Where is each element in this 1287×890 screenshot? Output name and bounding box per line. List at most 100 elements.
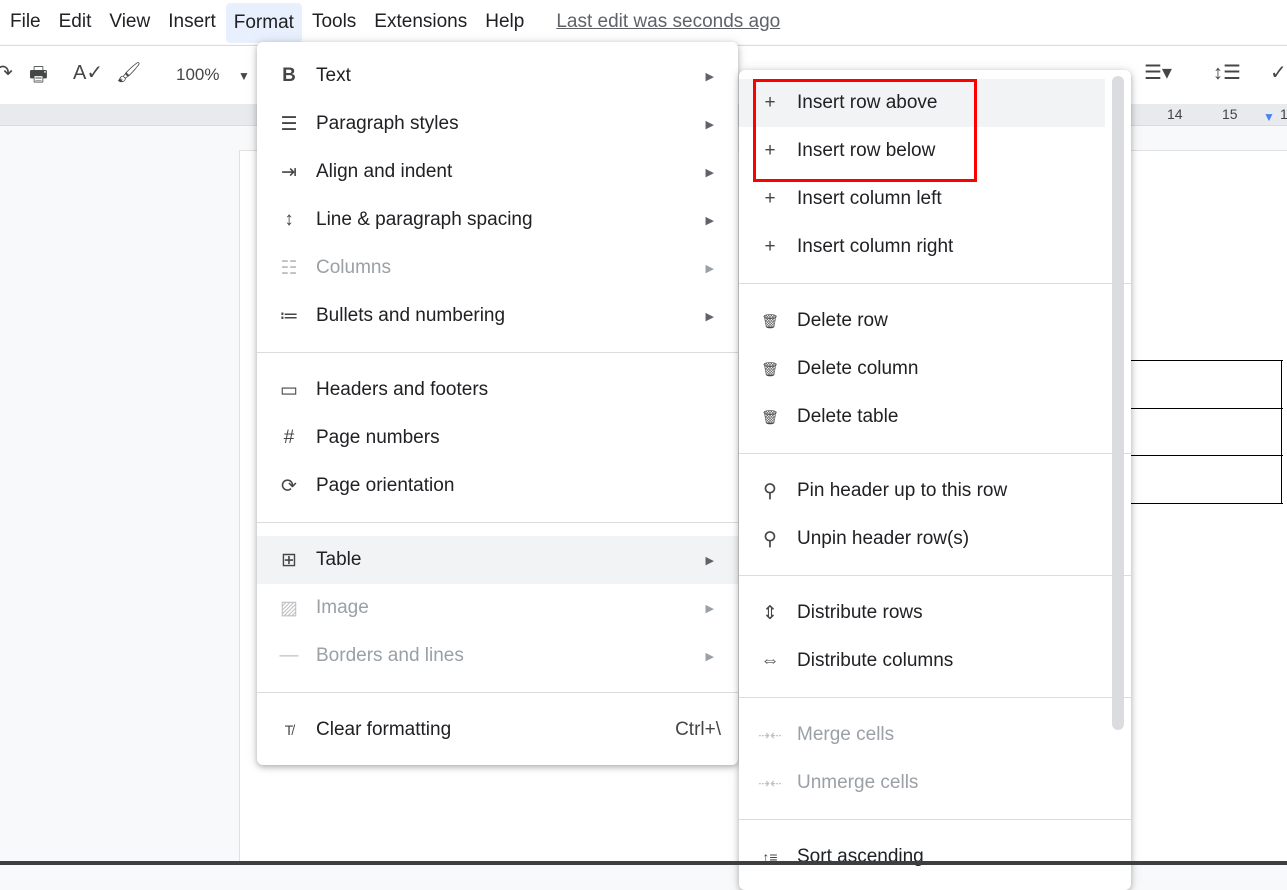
menu-divider — [257, 522, 738, 523]
trash-icon: 🗑 — [761, 360, 779, 377]
menu-item-label: Paragraph styles — [316, 113, 459, 134]
submenu-arrow-icon: ▶ — [705, 650, 714, 663]
unpin-icon: ⚲ — [763, 528, 777, 550]
menu-item-label: Align and indent — [316, 161, 453, 182]
menu-item-label: Image — [316, 597, 369, 618]
line-spacing-icon: ↕ — [284, 209, 294, 230]
menu-help[interactable]: Help — [477, 5, 532, 39]
page-orientation-icon: ⟳ — [281, 475, 297, 497]
menu-item-delete-table[interactable]: 🗑 Delete table — [739, 393, 1105, 441]
menu-bar: File Edit View Insert Format Tools Extensions H… — [0, 0, 1287, 44]
ruler-tick: 1 — [1280, 106, 1287, 122]
ruler-tick: 15 — [1222, 106, 1238, 122]
ruler-tick: 14 — [1167, 106, 1183, 122]
menu-item-page-orientation[interactable]: ⟳ Page orientation — [257, 462, 738, 510]
menu-item-unmerge-cells: ⇢⇠ Unmerge cells — [739, 759, 1105, 807]
indent-marker-icon[interactable]: ▼ — [1263, 110, 1275, 124]
submenu-arrow-icon: ▶ — [705, 310, 714, 323]
menu-item-clear-formatting[interactable]: T̸ Clear formatting Ctrl+\ — [257, 706, 738, 754]
highlight-box — [753, 79, 977, 182]
menu-item-insert-column-right[interactable]: + Insert column right — [739, 223, 1105, 271]
menu-item-paragraph-styles[interactable]: ☰ Paragraph styles ▶ — [257, 100, 738, 148]
submenu-arrow-icon: ▶ — [705, 214, 714, 227]
submenu-arrow-icon: ▶ — [705, 554, 714, 567]
menu-divider — [257, 692, 738, 693]
menu-item-insert-column-left[interactable]: + Insert column left — [739, 175, 1105, 223]
menu-view[interactable]: View — [101, 5, 158, 39]
menu-item-label: Delete column — [797, 358, 919, 379]
taskbar-edge — [0, 861, 1287, 865]
menu-item-label: Pin header up to this row — [797, 480, 1008, 501]
menu-item-label: Page numbers — [316, 427, 440, 448]
menu-format[interactable]: Format — [225, 3, 302, 43]
menu-item-delete-row[interactable]: 🗑 Delete row — [739, 297, 1105, 345]
menu-divider — [739, 819, 1131, 820]
menu-item-label: Columns — [316, 257, 391, 278]
menu-insert[interactable]: Insert — [160, 5, 224, 39]
menu-item-page-numbers[interactable]: # Page numbers — [257, 414, 738, 462]
menu-item-unpin-header-row-s[interactable]: ⚲ Unpin header row(s) — [739, 515, 1105, 563]
spellcheck-icon[interactable]: A✓ — [73, 60, 103, 85]
menu-item-label: Borders and lines — [316, 645, 464, 666]
distribute-columns-icon: ⇔ — [760, 650, 780, 671]
menu-item-align-and-indent[interactable]: ⇥ Align and indent ▶ — [257, 148, 738, 196]
borders-icon: — — [279, 645, 299, 666]
menu-item-headers-and-footers[interactable]: ▭ Headers and footers — [257, 366, 738, 414]
menu-item-delete-column[interactable]: 🗑 Delete column — [739, 345, 1105, 393]
menu-item-distribute-rows[interactable]: ⇕ Distribute rows — [739, 589, 1105, 637]
menu-item-line-paragraph-spacing[interactable]: ↕ Line & paragraph spacing ▶ — [257, 196, 738, 244]
hash-icon: # — [283, 427, 295, 448]
menu-divider — [739, 575, 1131, 576]
plus-icon: + — [764, 188, 776, 209]
submenu-arrow-icon: ▶ — [705, 166, 714, 179]
zoom-select[interactable]: 100% — [176, 65, 219, 85]
unmerge-cells-icon: ⇢⇠ — [758, 774, 782, 791]
menu-file[interactable]: File — [2, 5, 49, 39]
menu-item-label: Clear formatting — [316, 719, 452, 740]
plus-icon: + — [764, 236, 776, 257]
menu-item-merge-cells: ⇢⇠ Merge cells — [739, 711, 1105, 759]
paragraph-styles-icon: ☰ — [280, 113, 298, 135]
bullets-icon: ≔ — [279, 305, 299, 327]
menu-item-table[interactable]: ⊞ Table ▶ — [257, 536, 738, 584]
trash-icon: 🗑 — [761, 408, 779, 425]
clear-formatting-icon: T̸ — [284, 722, 294, 738]
columns-icon: ☷ — [280, 257, 298, 279]
menu-item-label: Bullets and numbering — [316, 305, 506, 326]
menu-item-sort-ascending[interactable]: ↑≡ Sort ascending — [739, 833, 1105, 881]
menu-item-label: Line & paragraph spacing — [316, 209, 533, 230]
submenu-scrollbar[interactable] — [1112, 76, 1124, 730]
image-icon: ▨ — [280, 597, 298, 619]
menu-item-label: Table — [316, 549, 362, 570]
pin-icon: ⚲ — [763, 480, 777, 502]
menu-tools[interactable]: Tools — [304, 5, 364, 39]
menu-item-label: Distribute rows — [797, 602, 923, 623]
line-spacing-icon[interactable]: ↕☰ — [1213, 60, 1241, 85]
menu-item-label: Delete row — [797, 310, 888, 331]
paint-format-icon[interactable]: 🖌 — [116, 60, 141, 85]
last-edit-link[interactable]: Last edit was seconds ago — [556, 11, 780, 33]
menu-item-label: Distribute columns — [797, 650, 954, 671]
menu-item-columns: ☷ Columns ▶ — [257, 244, 738, 292]
print-icon[interactable]: 🖶 — [29, 60, 48, 94]
menu-item-bullets-and-numbering[interactable]: ≔ Bullets and numbering ▶ — [257, 292, 738, 340]
menu-extensions[interactable]: Extensions — [366, 5, 475, 39]
align-icon[interactable]: ☰▾ — [1144, 60, 1172, 85]
chevron-down-icon[interactable]: ▼ — [238, 69, 250, 83]
menu-item-label: Merge cells — [797, 724, 895, 745]
menu-item-pin-header-up-to-this-row[interactable]: ⚲ Pin header up to this row — [739, 467, 1105, 515]
menu-item-label: Page orientation — [316, 475, 455, 496]
redo-icon[interactable]: ↷ — [0, 60, 13, 85]
trash-icon: 🗑 — [761, 312, 779, 329]
menu-item-text[interactable]: B Text ▶ — [257, 52, 738, 100]
menu-item-distribute-columns[interactable]: ⇔ Distribute columns — [739, 637, 1105, 685]
table-icon: ⊞ — [281, 549, 297, 571]
menu-item-label: Text — [316, 65, 351, 86]
menu-edit[interactable]: Edit — [51, 5, 100, 39]
header-footer-icon: ▭ — [280, 379, 298, 401]
submenu-arrow-icon: ▶ — [705, 262, 714, 275]
format-menu: B Text ▶ ☰ Paragraph styles ▶ ⇥ Align and inden… — [257, 42, 738, 765]
menu-divider — [739, 283, 1131, 284]
menu-item-label: Unpin header row(s) — [797, 528, 970, 549]
checklist-icon[interactable]: ✓ — [1270, 60, 1287, 85]
